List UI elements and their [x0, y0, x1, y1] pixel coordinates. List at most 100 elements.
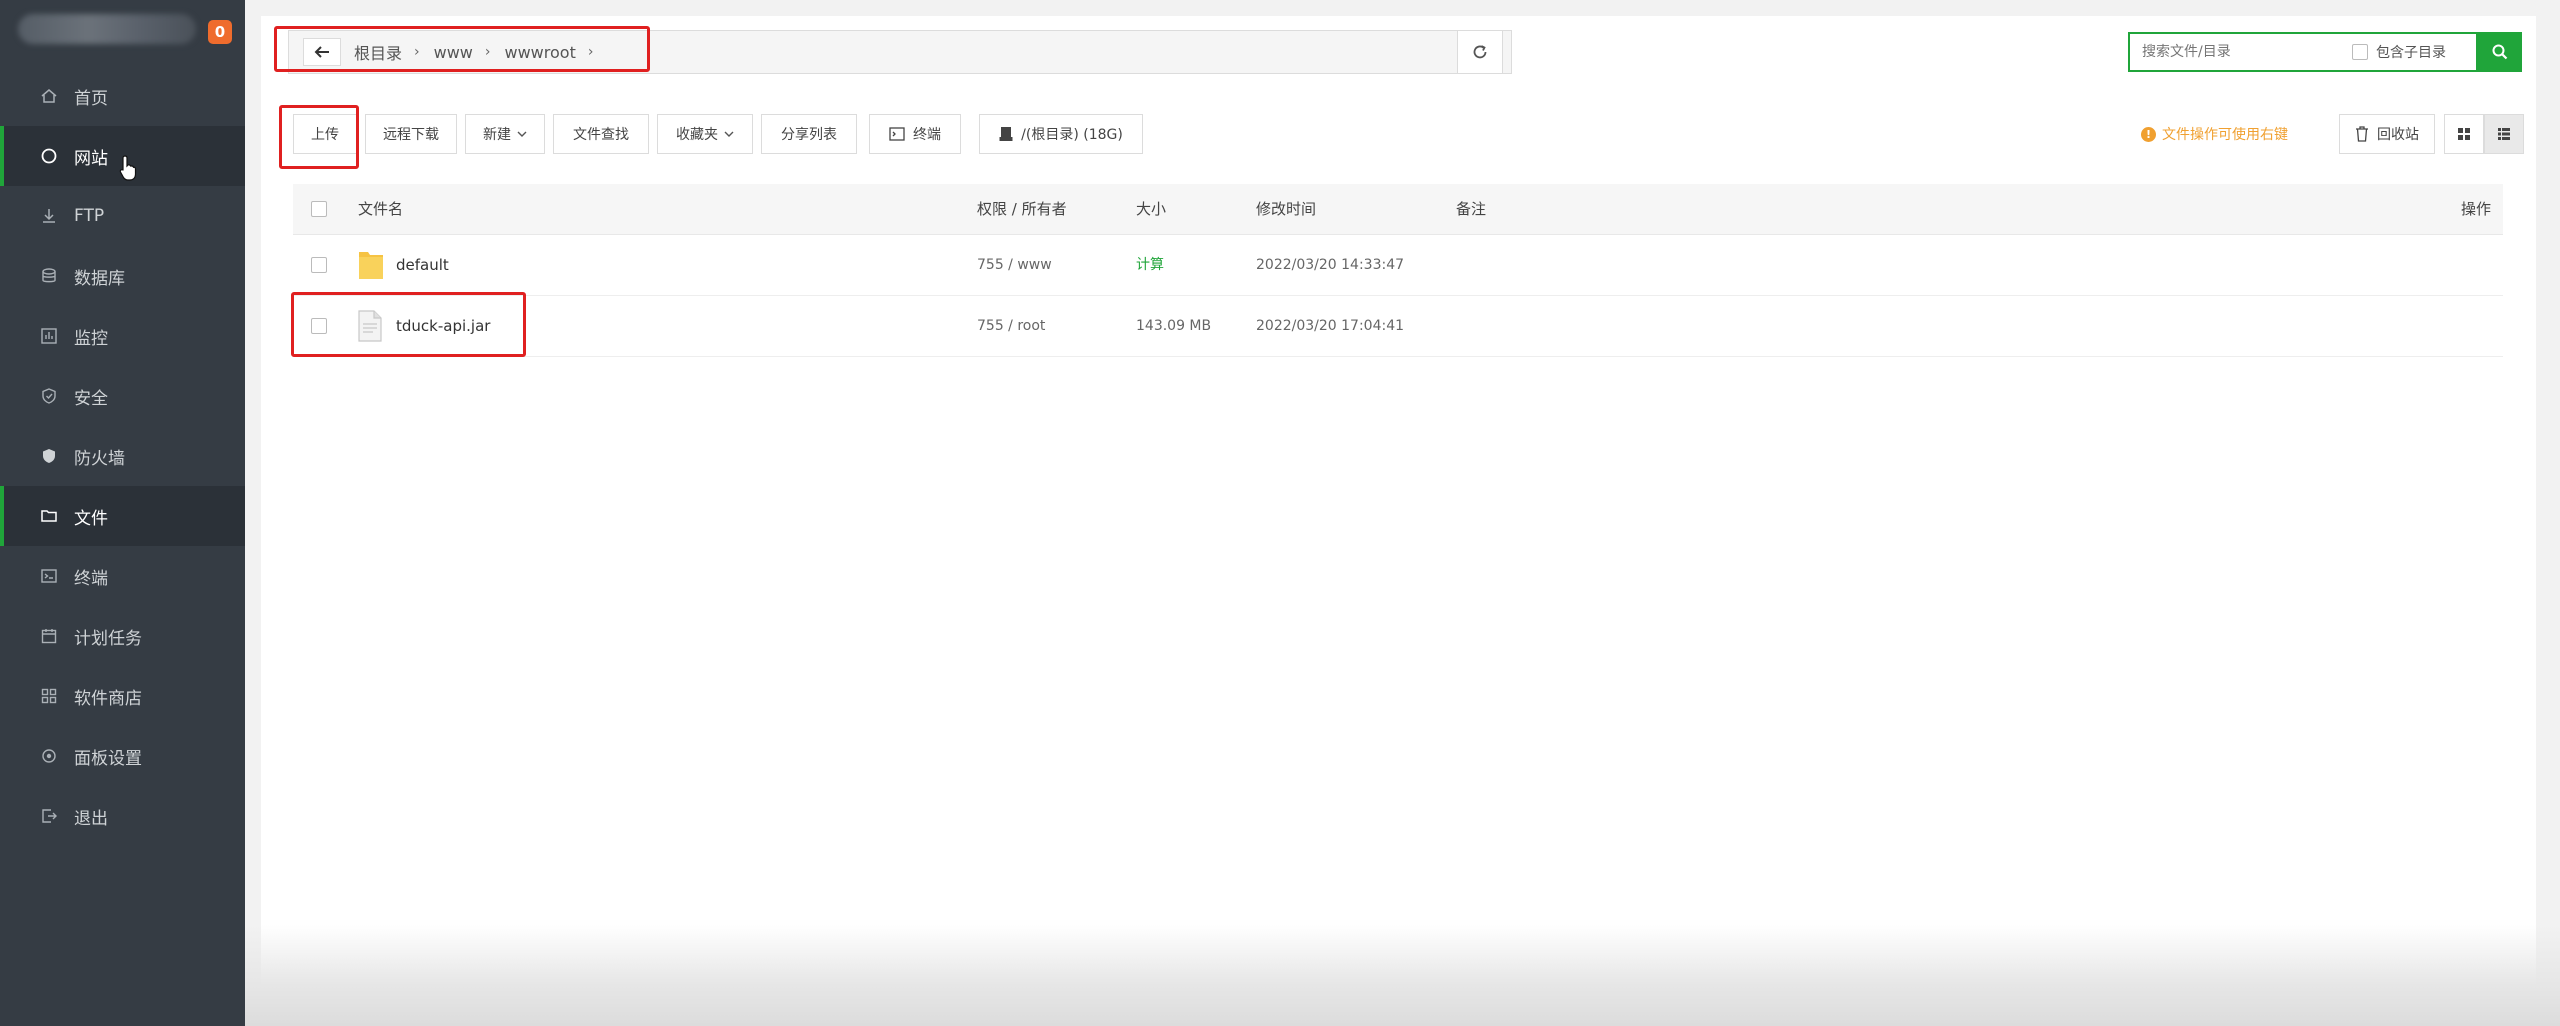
sidebar-item-home[interactable]: 首页: [0, 66, 245, 126]
search-input[interactable]: [2140, 43, 2344, 61]
sidebar-item-settings[interactable]: 面板设置: [0, 726, 245, 786]
recycle-bin-button[interactable]: 回收站: [2339, 114, 2435, 154]
sidebar-item-label: 首页: [74, 88, 108, 109]
sidebar-item-label: 软件商店: [74, 688, 142, 709]
terminal-button[interactable]: 终端: [869, 114, 961, 154]
home-icon: [38, 85, 60, 107]
file-perm[interactable]: 755 / root: [977, 296, 1045, 356]
trash-icon: [2355, 126, 2369, 142]
sidebar-item-label: 面板设置: [74, 748, 142, 769]
back-button[interactable]: [303, 38, 341, 66]
chevron-right-icon: ›: [414, 44, 420, 60]
breadcrumb-www[interactable]: www: [434, 43, 473, 62]
sidebar-item-cron[interactable]: 计划任务: [0, 606, 245, 666]
database-icon: [38, 265, 60, 287]
new-label: 新建: [483, 127, 511, 143]
sidebar-item-label: 退出: [74, 808, 108, 829]
sidebar-item-label: 文件: [74, 508, 108, 529]
sidebar-item-label: 防火墙: [74, 448, 125, 469]
file-mtime: 2022/03/20 17:04:41: [1256, 318, 1405, 334]
search-button[interactable]: [2478, 32, 2522, 72]
sidebar-item-terminal[interactable]: 终端: [0, 546, 245, 606]
recycle-bin-label: 回收站: [2377, 127, 2419, 143]
breadcrumb-root[interactable]: 根目录: [354, 40, 402, 64]
sidebar-item-label: 终端: [74, 568, 108, 589]
table-header: 文件名 权限 / 所有者 大小 修改时间 备注 操作: [293, 184, 2503, 235]
sidebar-item-label: 监控: [74, 328, 108, 349]
row-checkbox[interactable]: [311, 257, 327, 273]
share-list-button[interactable]: 分享列表: [761, 114, 857, 154]
include-subdir-checkbox[interactable]: 包含子目录: [2352, 42, 2446, 62]
path-bar[interactable]: 根目录 › www › wwwroot ›: [288, 30, 1512, 74]
sidebar-item-files[interactable]: 文件: [0, 486, 245, 546]
chevron-right-icon: ›: [484, 44, 491, 60]
favorites-label: 收藏夹: [676, 127, 718, 143]
share-list-label: 分享列表: [781, 127, 837, 143]
sidebar-item-security[interactable]: 安全: [0, 366, 245, 426]
file-search-button[interactable]: 文件查找: [553, 114, 649, 154]
refresh-button[interactable]: [1457, 30, 1503, 74]
list-view-button[interactable]: [2484, 114, 2524, 154]
breadcrumb-wwwroot[interactable]: wwwroot: [505, 43, 576, 62]
checkbox[interactable]: [2352, 44, 2368, 60]
calc-size-link[interactable]: 计算: [1136, 235, 1164, 295]
terminal-label: 终端: [913, 127, 941, 143]
terminal-icon: [38, 565, 60, 587]
file-name[interactable]: tduck-api.jar: [396, 296, 490, 356]
grid-icon: [38, 685, 60, 707]
select-all-checkbox[interactable]: [311, 201, 327, 217]
sidebar-nav: 首页 网站 FTP 数据库 监控 安全 防火墙 文件 终端 计划任务 软件商店 …: [0, 66, 245, 846]
disk-label: /(根目录) (18G): [1021, 127, 1123, 143]
mouse-cursor-icon: [119, 155, 137, 181]
col-name-header[interactable]: 文件名: [358, 184, 403, 234]
remote-download-label: 远程下载: [383, 127, 439, 143]
sidebar-item-label: FTP: [74, 206, 105, 226]
list-view-icon: [2498, 128, 2510, 140]
disk-button[interactable]: /(根目录) (18G): [979, 114, 1143, 154]
col-mtime-header[interactable]: 修改时间: [1256, 184, 1316, 234]
sidebar-item-store[interactable]: 软件商店: [0, 666, 245, 726]
col-ops-header: 操作: [2461, 200, 2492, 218]
file-perm[interactable]: 755 / www: [977, 235, 1052, 295]
table-row[interactable]: tduck-api.jar 755 / root 143.09 MB 2022/…: [293, 296, 2503, 357]
col-perm-header: 权限 / 所有者: [977, 200, 1067, 218]
chevron-down-icon: [724, 126, 734, 142]
notification-badge[interactable]: 0: [208, 20, 232, 44]
remote-download-button[interactable]: 远程下载: [365, 114, 457, 154]
sidebar-item-database[interactable]: 数据库: [0, 246, 245, 306]
main-area: 根目录 › www › wwwroot › 包含子目录 上传: [245, 0, 2560, 1026]
grid-view-icon: [2458, 128, 2470, 140]
upload-label: 上传: [311, 127, 339, 143]
ftp-icon: [38, 205, 60, 227]
favorites-button[interactable]: 收藏夹: [657, 114, 753, 154]
sidebar-item-firewall[interactable]: 防火墙: [0, 426, 245, 486]
sidebar-item-label: 计划任务: [74, 628, 142, 649]
arrow-left-icon: [314, 46, 329, 58]
sidebar-item-ftp[interactable]: FTP: [0, 186, 245, 246]
terminal-icon: [889, 127, 905, 141]
file-manager-panel: 根目录 › www › wwwroot › 包含子目录 上传: [261, 16, 2536, 1006]
refresh-icon: [1473, 45, 1487, 59]
folder-icon: [38, 505, 60, 527]
file-name[interactable]: default: [396, 235, 449, 295]
search-box: 包含子目录: [2128, 32, 2478, 72]
search-icon: [2492, 44, 2508, 60]
shield-icon: [38, 385, 60, 407]
sidebar-item-monitor[interactable]: 监控: [0, 306, 245, 366]
table-row[interactable]: default 755 / www 计算 2022/03/20 14:33:47: [293, 235, 2503, 296]
grid-view-button[interactable]: [2444, 114, 2484, 154]
sidebar-item-label: 安全: [74, 388, 108, 409]
breadcrumb: 根目录 › www › wwwroot ›: [354, 31, 607, 73]
file-icon: [358, 310, 382, 342]
upload-button[interactable]: 上传: [293, 114, 357, 154]
sidebar-item-label: 数据库: [74, 268, 125, 289]
file-mtime: 2022/03/20 14:33:47: [1256, 257, 1405, 273]
info-icon: !: [2141, 126, 2156, 142]
col-size-header[interactable]: 大小: [1136, 184, 1166, 234]
col-note-header: 备注: [1456, 200, 1487, 218]
row-checkbox[interactable]: [311, 318, 327, 334]
new-button[interactable]: 新建: [465, 114, 545, 154]
sidebar-item-logout[interactable]: 退出: [0, 786, 245, 846]
folder-icon: [359, 252, 383, 279]
right-click-tip: ! 文件操作可使用右键: [2141, 124, 2288, 144]
